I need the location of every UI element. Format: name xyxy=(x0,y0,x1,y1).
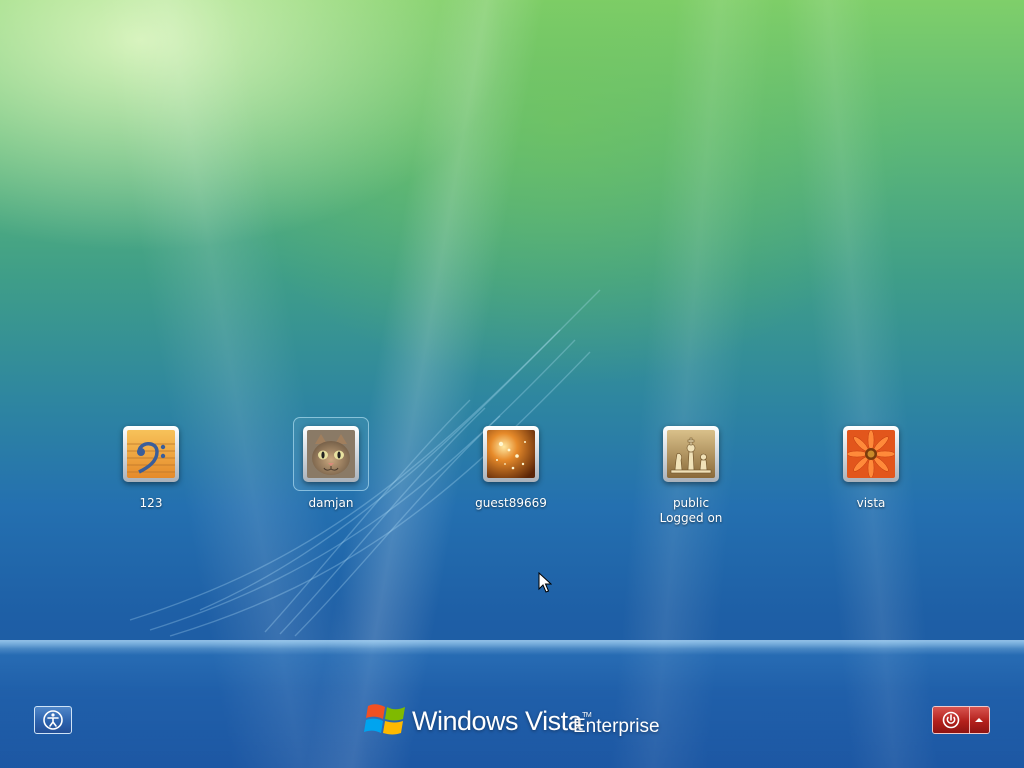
shutdown-button[interactable] xyxy=(933,707,970,733)
bass-clef-icon xyxy=(127,430,175,478)
user-name: guest89669 xyxy=(475,496,547,510)
orange-flower-icon xyxy=(847,430,895,478)
shutdown-button-group xyxy=(932,706,990,734)
logo-wordmark: Windows VistaTM xyxy=(412,706,592,737)
user-picture-frame xyxy=(483,426,539,482)
shutdown-options-button[interactable] xyxy=(969,707,989,733)
ease-of-access-icon xyxy=(43,710,63,730)
user-picture-frame xyxy=(663,426,719,482)
user-picture-frame xyxy=(303,426,359,482)
user-picture-frame xyxy=(123,426,179,482)
user-name: 123 xyxy=(139,496,163,510)
kitten-icon xyxy=(307,430,355,478)
logo-edition-text: Enterprise xyxy=(573,716,660,737)
sparkles-icon xyxy=(487,430,535,478)
user-name: damjan xyxy=(308,496,354,510)
ease-of-access-button[interactable] xyxy=(34,706,72,734)
user-tile-vista[interactable]: vista xyxy=(811,420,931,530)
user-picture-frame xyxy=(843,426,899,482)
user-name: public xyxy=(672,496,710,510)
user-tile-123[interactable]: 123 xyxy=(91,420,211,530)
user-tile-guest89669[interactable]: guest89669 xyxy=(451,420,571,530)
mouse-pointer-icon xyxy=(538,572,552,593)
user-tile-damjan[interactable]: damjan xyxy=(271,417,391,530)
user-status: Logged on xyxy=(659,511,723,525)
power-icon xyxy=(942,711,960,729)
windows-vista-logo: Windows VistaTM Enterprise xyxy=(364,698,674,742)
up-arrow-icon xyxy=(975,718,984,722)
logo-windows-text: Windows xyxy=(412,706,519,736)
user-tile-public[interactable]: public Logged on xyxy=(631,420,751,530)
chess-pieces-icon xyxy=(667,430,715,478)
windows-flag-icon xyxy=(364,704,405,735)
user-name: vista xyxy=(856,496,886,510)
